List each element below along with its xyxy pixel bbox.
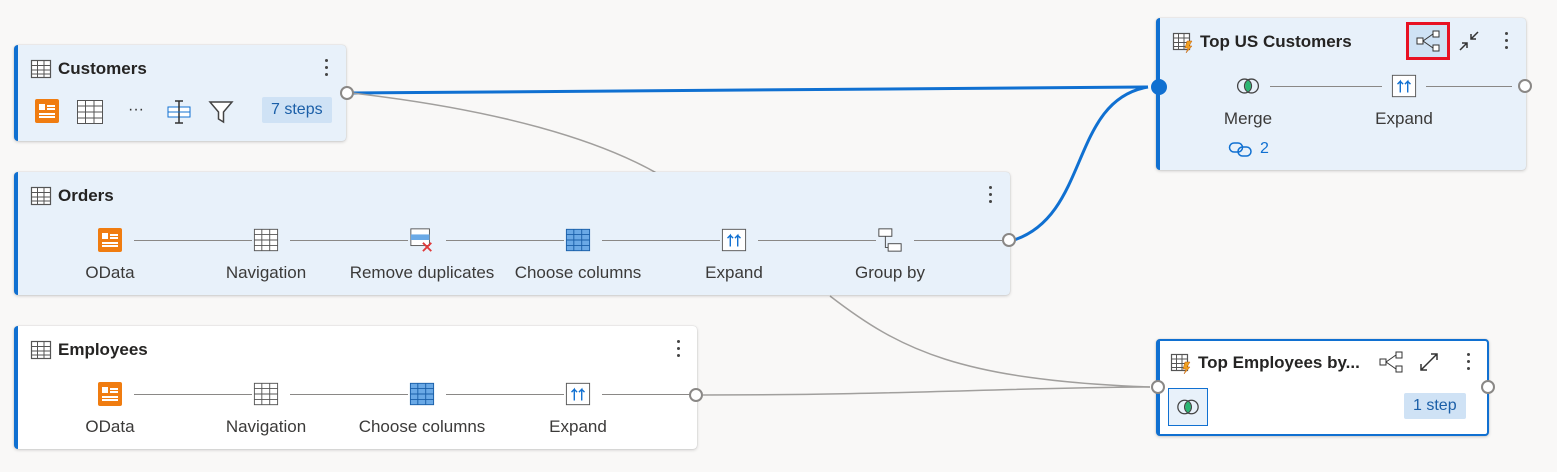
more-options-icon[interactable] [980, 180, 1000, 208]
step-remove-duplicates[interactable]: Remove duplicates [342, 227, 502, 283]
card-header: Top Employees by... [1170, 351, 1360, 375]
remove-duplicates-icon [409, 227, 435, 253]
step-navigation[interactable]: Navigation [186, 227, 346, 283]
step-label: Remove duplicates [349, 263, 495, 282]
merge-icon [1235, 73, 1261, 99]
merge-step-icon[interactable] [1168, 388, 1208, 426]
link-orders-to-top-employees [829, 295, 1151, 388]
link-customers-to-top-us [351, 85, 1149, 95]
navigation-icon [253, 227, 279, 253]
filter-icon [208, 101, 234, 124]
step-odata[interactable]: OData [30, 227, 190, 283]
step-label: Navigation [225, 417, 307, 436]
step-merge[interactable]: Merge [1168, 73, 1328, 129]
query-title: Customers [58, 59, 147, 78]
top-us-customers-output-port[interactable] [1518, 79, 1532, 93]
step-label: Expand [549, 417, 607, 436]
merge-icon [1177, 399, 1199, 415]
top-employees-output-port[interactable] [1481, 380, 1495, 394]
table-icon [30, 340, 52, 360]
query-card-top-us-customers[interactable]: Top US Customers Merge Expand 2 [1156, 18, 1526, 170]
step-choose-columns[interactable]: Choose columns [342, 381, 502, 437]
step-choose-columns[interactable]: Choose columns [498, 227, 658, 283]
more-options-icon[interactable] [668, 334, 688, 362]
step-odata[interactable]: OData [30, 381, 190, 437]
table-icon [30, 186, 52, 206]
step-label: Group by [855, 263, 925, 282]
link-customers-to-top-employees [351, 92, 661, 176]
computed-table-icon [1170, 353, 1191, 374]
expand-icon [721, 227, 747, 253]
step-group-by[interactable]: Group by [810, 227, 970, 283]
top-employees-input-port[interactable] [1151, 380, 1165, 394]
expand-icon [1391, 73, 1417, 99]
group-by-icon [877, 227, 903, 253]
more-steps-ellipsis: ··· [128, 101, 144, 118]
query-title: Orders [58, 186, 114, 205]
customers-output-port[interactable] [340, 86, 354, 100]
query-title: Employees [58, 340, 148, 359]
step-label: OData [85, 263, 135, 282]
query-card-customers[interactable]: Customers ··· 7 steps [14, 45, 346, 141]
step-expand[interactable]: Expand [498, 381, 658, 437]
step-label: OData [85, 417, 135, 436]
choose-columns-icon [565, 227, 591, 253]
card-header: Customers [30, 57, 147, 81]
step-expand[interactable]: Expand [654, 227, 814, 283]
query-title: Top Employees by... [1198, 353, 1360, 372]
step-label: Choose columns [358, 417, 486, 436]
navigation-icon [77, 100, 103, 124]
computed-table-icon [1172, 32, 1193, 53]
expand-card-icon[interactable] [1414, 347, 1444, 377]
step-label: Merge [1223, 109, 1273, 128]
card-header: Top US Customers [1172, 30, 1352, 54]
top-us-customers-input-port[interactable] [1151, 79, 1167, 95]
more-options-icon[interactable] [1496, 26, 1516, 54]
linked-count: 2 [1260, 140, 1269, 157]
linked-queries-indicator[interactable]: 2 [1228, 140, 1269, 158]
more-options-icon[interactable] [316, 53, 336, 81]
link-orders-to-top-us [1013, 85, 1149, 242]
link-icon [1228, 142, 1252, 157]
query-card-orders[interactable]: Orders OData Navigation Remove duplicate… [14, 172, 1010, 295]
navigation-icon [253, 381, 279, 407]
table-icon [30, 59, 52, 79]
steps-badge[interactable]: 1 step [1404, 393, 1466, 419]
step-expand[interactable]: Expand [1324, 73, 1484, 129]
step-navigation[interactable]: Navigation [186, 381, 346, 437]
query-card-employees[interactable]: Employees OData Navigation Choose column… [14, 326, 697, 449]
expand-icon [565, 381, 591, 407]
step-label: Expand [705, 263, 763, 282]
step-label: Choose columns [514, 263, 642, 282]
employees-output-port[interactable] [689, 388, 703, 402]
step-label: Navigation [225, 263, 307, 282]
odata-icon [97, 381, 123, 407]
query-card-top-employees[interactable]: Top Employees by... 1 step [1156, 339, 1489, 436]
choose-columns-icon [409, 381, 435, 407]
more-options-icon[interactable] [1458, 347, 1478, 375]
collapse-icon[interactable] [1454, 26, 1484, 56]
view-related-queries-icon[interactable] [1376, 347, 1406, 377]
view-related-queries-icon[interactable] [1406, 22, 1450, 60]
odata-icon [35, 99, 59, 123]
odata-icon [97, 227, 123, 253]
link-employees-to-top-employees [702, 386, 1151, 396]
card-header: Employees [30, 338, 148, 362]
query-title: Top US Customers [1200, 32, 1352, 51]
column-icon [167, 100, 191, 124]
steps-badge[interactable]: 7 steps [262, 97, 332, 123]
step-label: Expand [1375, 109, 1433, 128]
orders-output-port[interactable] [1002, 233, 1016, 247]
card-header: Orders [30, 184, 114, 208]
